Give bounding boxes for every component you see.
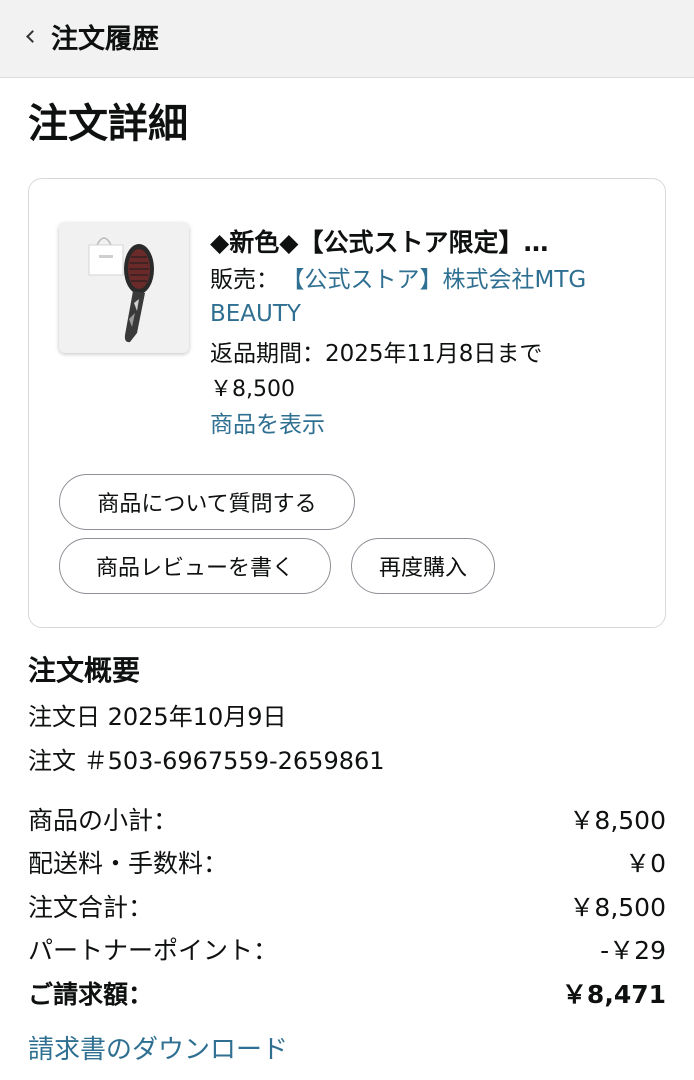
view-product-link[interactable]: 商品を表示 bbox=[210, 407, 325, 443]
row-value: ￥8,500 bbox=[569, 806, 666, 835]
row-label: 配送料・手数料： bbox=[28, 849, 229, 878]
write-review-button[interactable]: 商品レビューを書く bbox=[59, 538, 331, 594]
partner-points-row: パートナーポイント： -￥29 bbox=[28, 929, 666, 969]
order-summary-title: 注文概要 bbox=[28, 654, 141, 687]
product-image[interactable] bbox=[59, 223, 189, 353]
row-label: ご請求額： bbox=[28, 980, 154, 1009]
row-value: ￥8,500 bbox=[569, 893, 666, 922]
row-value: ￥0 bbox=[625, 849, 666, 878]
order-date: 注文日 2025年10月9日 bbox=[28, 703, 287, 731]
row-label: パートナーポイント： bbox=[28, 936, 279, 965]
row-value: ￥8,471 bbox=[561, 980, 666, 1009]
return-period: 返品期間：2025年11月8日まで bbox=[210, 341, 543, 367]
order-number: 注文 ＃503-6967559-2659861 bbox=[28, 747, 385, 775]
item-price: ￥8,500 bbox=[210, 377, 295, 402]
row-label: 商品の小計： bbox=[28, 806, 179, 835]
shipping-fee-row: 配送料・手数料： ￥0 bbox=[28, 842, 666, 882]
chevron-left-icon bbox=[26, 29, 39, 43]
ask-question-button[interactable]: 商品について質問する bbox=[59, 474, 355, 530]
row-value: -￥29 bbox=[600, 936, 666, 965]
order-item-card: ◆新色◆【公式ストア限定】… 販売： 【公式ストア】株式会社MTG BEAUTY … bbox=[28, 178, 666, 628]
back-label: 注文履歴 bbox=[51, 23, 159, 55]
download-invoice-link[interactable]: 請求書のダウンロード bbox=[28, 1030, 288, 1070]
subtotal-row: 商品の小計： ￥8,500 bbox=[28, 799, 666, 839]
buy-again-button[interactable]: 再度購入 bbox=[351, 538, 495, 594]
seller-info: 販売： 【公式ストア】株式会社MTG BEAUTY bbox=[210, 263, 630, 331]
top-bar: 注文履歴 bbox=[0, 0, 694, 78]
page-title: 注文詳細 bbox=[28, 101, 188, 147]
back-to-order-history-button[interactable]: 注文履歴 bbox=[20, 14, 159, 58]
product-title[interactable]: ◆新色◆【公式ストア限定】… bbox=[210, 225, 630, 261]
billed-amount-row: ご請求額： ￥8,471 bbox=[28, 973, 666, 1013]
hair-brush-icon bbox=[88, 237, 154, 343]
seller-prefix: 販売： bbox=[210, 267, 279, 293]
order-total-row: 注文合計： ￥8,500 bbox=[28, 886, 666, 926]
row-label: 注文合計： bbox=[28, 893, 154, 922]
